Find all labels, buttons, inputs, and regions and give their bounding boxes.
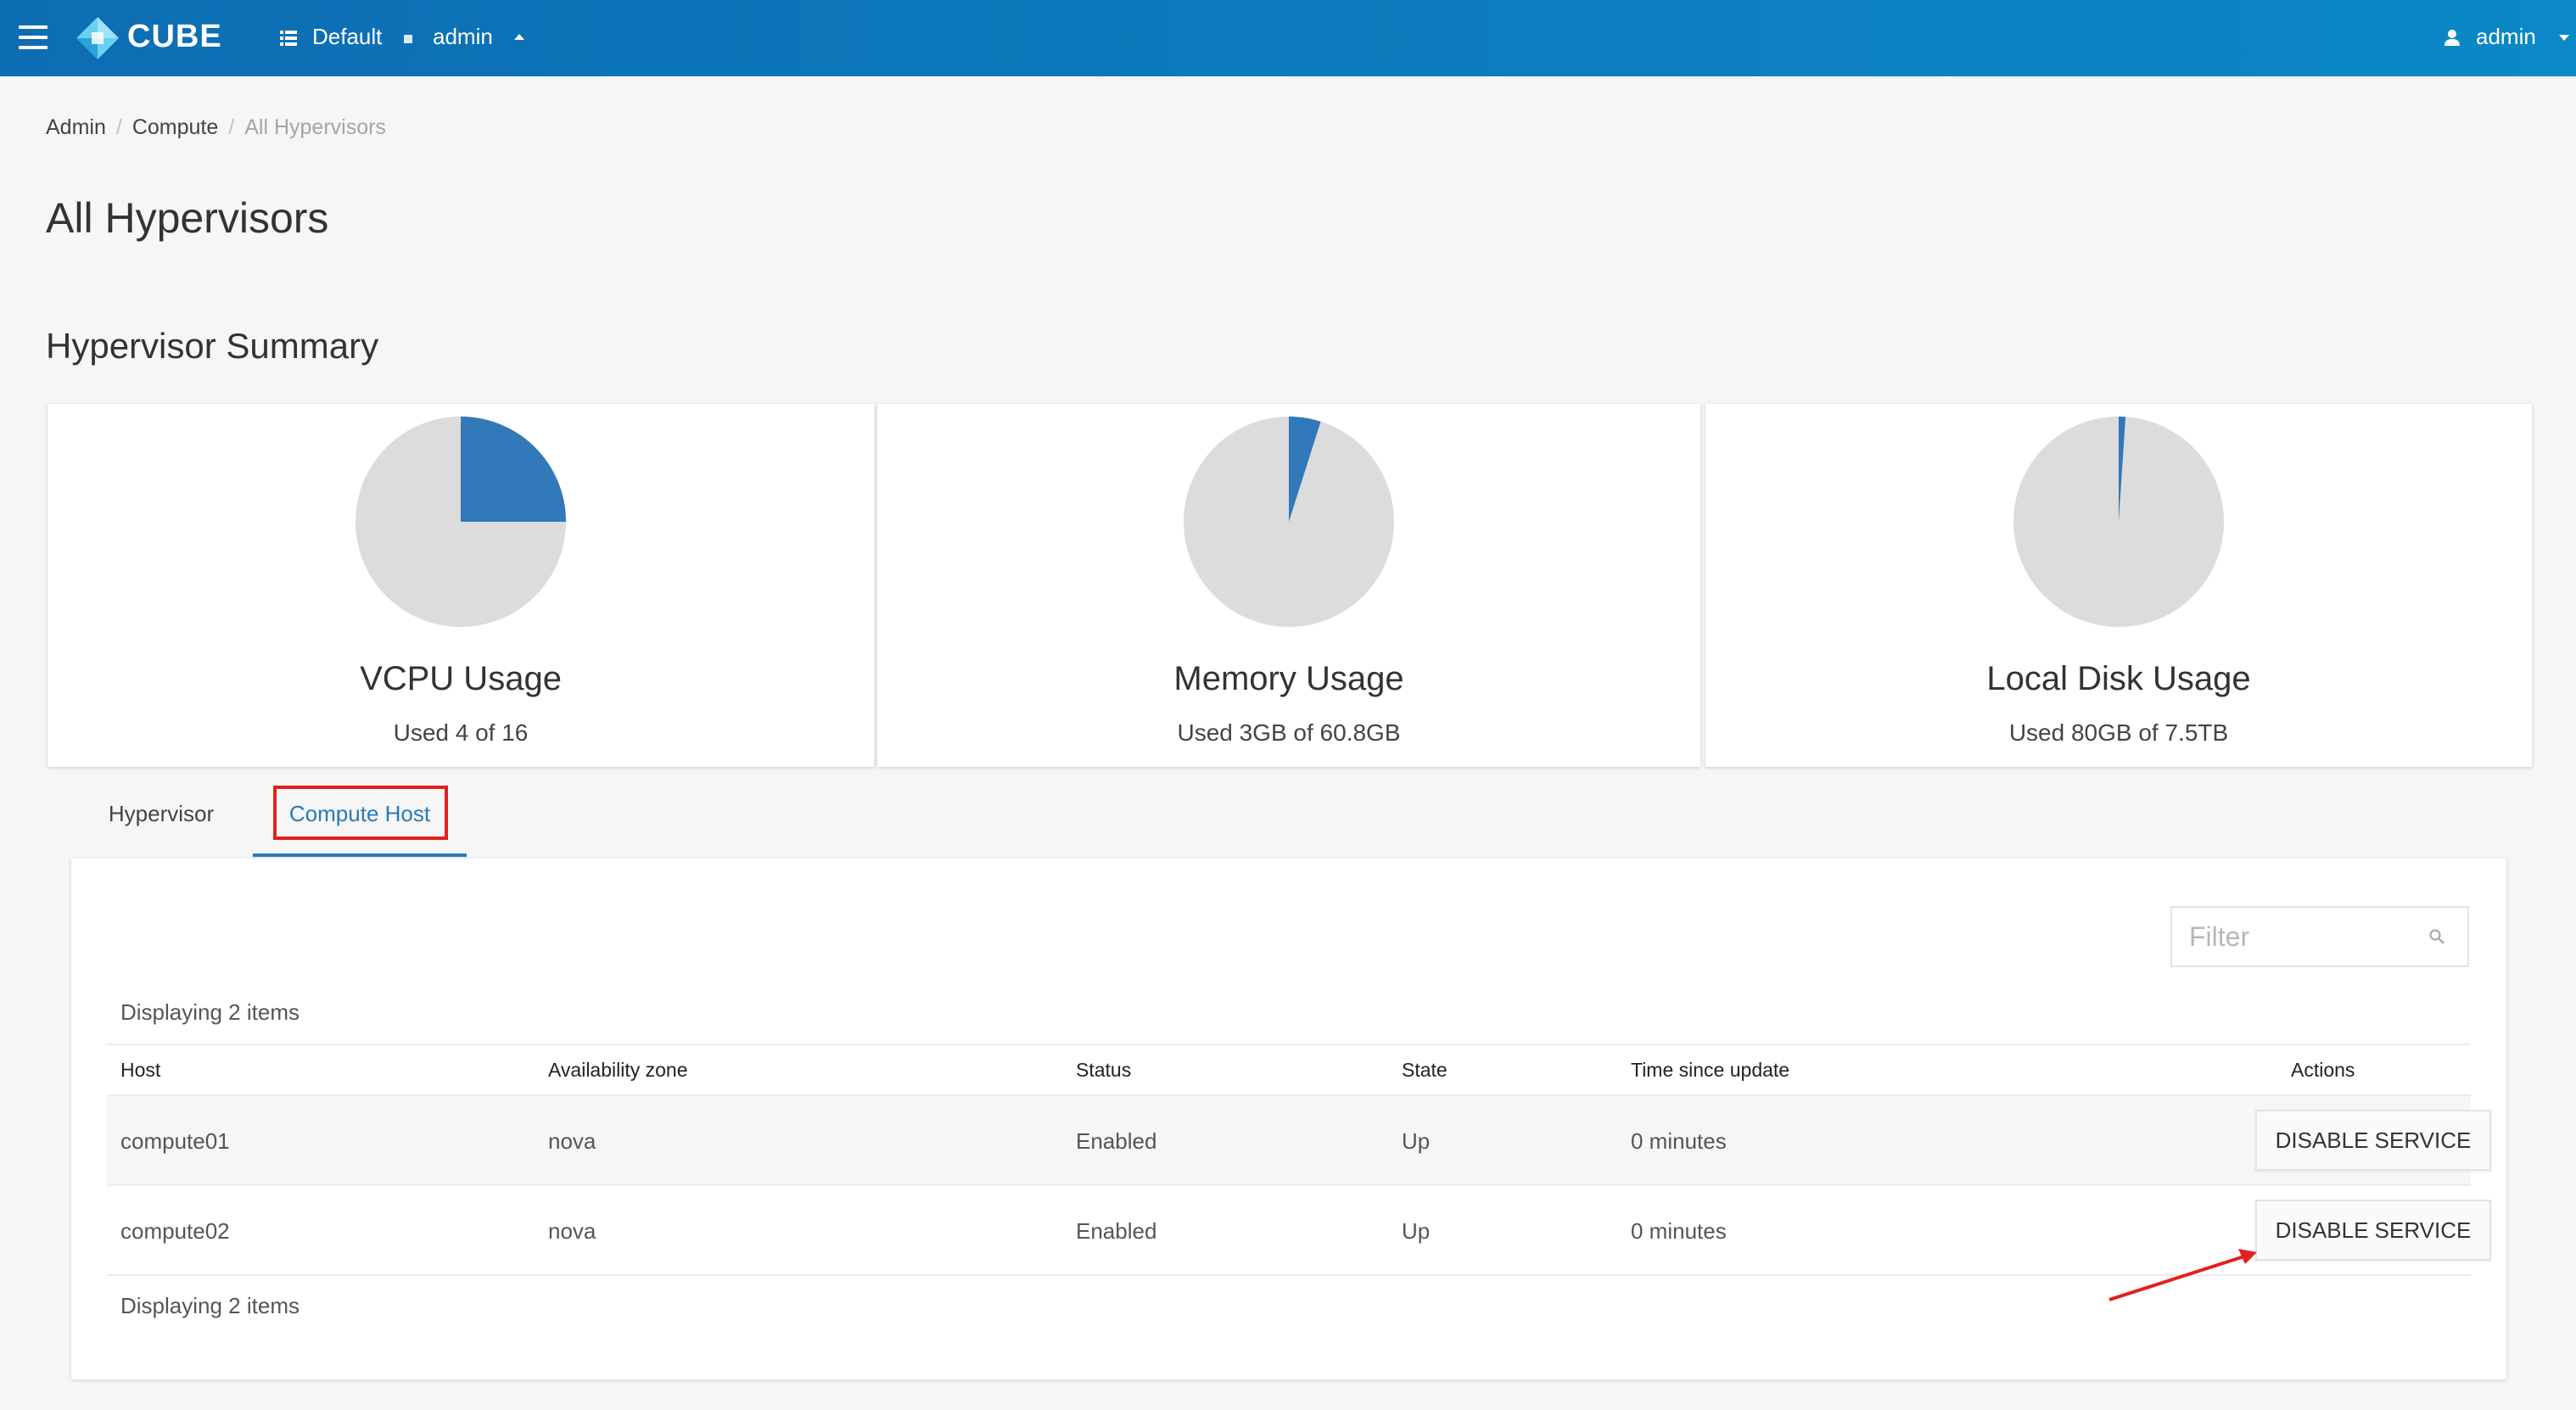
local-disk-usage-card: Local Disk Usage Used 80GB of 7.5TB [1705,404,2532,767]
column-host[interactable]: Host [120,1059,160,1082]
highlight-box [273,786,448,840]
time-since-update-cell: 0 minutes [1631,1128,1727,1154]
memory-usage-card: Memory Usage Used 3GB of 60.8GB [877,404,1700,767]
caret-down-icon[interactable] [2559,35,2569,41]
memory-usage-subtitle: Used 3GB of 60.8GB [1177,719,1401,746]
availability-zone-cell: nova [548,1128,596,1154]
item-count-bottom: Displaying 2 items [120,1293,300,1318]
status-cell: Enabled [1076,1128,1157,1154]
column-actions: Actions [2291,1059,2355,1081]
local-disk-usage-title: Local Disk Usage [1986,660,2251,697]
column-status[interactable]: Status [1076,1059,1131,1082]
filter-box [2170,906,2469,967]
page-title: All Hypervisors [46,194,329,242]
pie-used-slice [461,417,566,522]
vcpu-usage-pie [356,417,566,627]
filter-input[interactable] [2172,908,2435,965]
column-time-since-update[interactable]: Time since update [1631,1059,1789,1082]
menu-icon[interactable] [19,25,48,49]
vcpu-usage-card: VCPU Usage Used 4 of 16 [48,404,874,767]
project-selector[interactable]: Default [312,24,382,50]
brand-name[interactable]: CUBE [127,19,222,55]
host-cell: compute01 [120,1128,230,1154]
breadcrumb-compute[interactable]: Compute [132,115,218,139]
section-title: Hypervisor Summary [46,326,379,366]
availability-zone-cell: nova [548,1218,596,1244]
table-row: compute01 nova Enabled Up 0 minutes DISA… [107,1096,2491,1186]
user-icon [2444,30,2460,46]
vcpu-usage-title: VCPU Usage [360,660,562,697]
memory-usage-title: Memory Usage [1173,660,1404,697]
local-disk-usage-subtitle: Used 80GB of 7.5TB [2008,719,2229,746]
caret-up-icon[interactable] [514,34,524,40]
breadcrumb-current: All Hypervisors [244,115,386,139]
state-cell: Up [1402,1218,1431,1244]
column-state[interactable]: State [1402,1059,1448,1082]
project-user[interactable]: admin [433,24,493,50]
search-icon[interactable] [2428,928,2445,945]
tab-compute-host[interactable]: Compute Host [253,781,467,857]
disable-service-button[interactable]: DISABLE SERVICE [2255,1200,2491,1261]
annotation-arrow-icon [2108,1249,2257,1301]
host-cell: compute02 [120,1218,230,1244]
breadcrumb: Admin / Compute / All Hypervisors [46,115,386,139]
tab-bar: Hypervisor Compute Host [71,781,2506,857]
memory-usage-pie [1184,417,1394,627]
column-availability-zone[interactable]: Availability zone [548,1059,688,1082]
user-menu[interactable]: admin [2476,24,2536,50]
cube-logo-icon[interactable] [75,15,120,61]
time-since-update-cell: 0 minutes [1631,1218,1727,1244]
disable-service-button[interactable]: DISABLE SERVICE [2255,1110,2491,1171]
separator-icon [404,35,412,43]
top-navbar: CUBE Default admin admin [0,0,2576,76]
breadcrumb-admin[interactable]: Admin [46,115,106,139]
item-count-top: Displaying 2 items [120,999,300,1025]
vcpu-usage-subtitle: Used 4 of 16 [393,719,529,746]
state-cell: Up [1402,1128,1431,1154]
project-list-icon [280,31,297,46]
status-cell: Enabled [1076,1218,1157,1244]
table-header: Host Availability zone Status State Time… [107,1044,2471,1096]
tab-hypervisor[interactable]: Hypervisor [71,781,251,857]
local-disk-usage-pie [2013,416,2224,627]
